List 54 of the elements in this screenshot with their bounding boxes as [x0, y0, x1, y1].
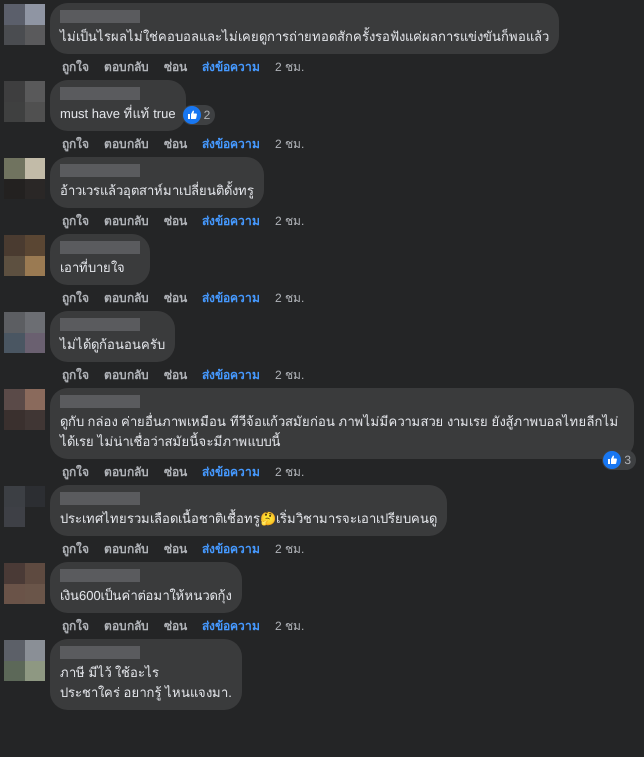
action-link[interactable]: ตอบกลับ — [104, 289, 149, 307]
timestamp[interactable]: 2 ชม. — [275, 135, 304, 153]
action-link[interactable]: ตอบกลับ — [104, 135, 149, 153]
action-link[interactable]: ถูกใจ — [62, 540, 89, 558]
action-link[interactable]: ซ่อน — [164, 617, 187, 635]
timestamp[interactable]: 2 ชม. — [275, 212, 304, 230]
action-link[interactable]: ซ่อน — [164, 135, 187, 153]
action-link[interactable]: ถูกใจ — [62, 58, 89, 76]
action-link[interactable]: ถูกใจ — [62, 289, 89, 307]
like-icon — [603, 451, 622, 469]
timestamp[interactable]: 2 ชม. — [275, 540, 304, 558]
comment-text: อ้าวเวรแล้วอุตสาห์มาเปลี่ยนติดั้งทรู — [60, 181, 254, 200]
action-link[interactable]: ตอบกลับ — [104, 463, 149, 481]
action-link[interactable]: ตอบกลับ — [104, 540, 149, 558]
action-link[interactable]: ถูกใจ — [62, 212, 89, 230]
action-link[interactable]: ตอบกลับ — [104, 366, 149, 384]
reaction-badge[interactable]: 3 — [602, 450, 636, 470]
comment-text: ดูกับ กล่อง ค่ายอื่นภาพเหมือน ทีวีจ้อแก้วสมัยก่อน ภาพไม่มีความสวย งามเรย ยังสู้ภาพบอลไทยลีกไม่ได้เรย ไม่น่าเชื่อว่าสมัยนี้จะมีภาพแบบนี้ — [60, 412, 620, 451]
comment-text: เอาที่บายใจ — [60, 258, 125, 277]
action-link[interactable]: ซ่อน — [164, 58, 187, 76]
message-link[interactable]: ส่งข้อความ — [202, 289, 260, 307]
timestamp[interactable]: 2 ชม. — [275, 289, 304, 307]
reaction-badge[interactable]: 2 — [182, 105, 216, 125]
message-link[interactable]: ส่งข้อความ — [202, 58, 260, 76]
action-link[interactable]: ซ่อน — [164, 289, 187, 307]
message-link[interactable]: ส่งข้อความ — [202, 540, 260, 558]
comment-text: ไม่ได้ดูก้อนอนครับ — [60, 336, 165, 354]
avatar[interactable] — [4, 158, 45, 199]
message-link[interactable]: ส่งข้อความ — [202, 135, 260, 153]
message-link[interactable]: ส่งข้อความ — [202, 366, 260, 384]
comment-text: ภาษี มีไว้ ใช้อะไร ประชาใคร่ อยากรู้ ไหนแจงมา. — [60, 664, 232, 702]
message-link[interactable]: ส่งข้อความ — [202, 463, 260, 481]
action-link[interactable]: ตอบกลับ — [104, 212, 149, 230]
timestamp[interactable]: 2 ชม. — [275, 463, 304, 481]
like-icon — [182, 106, 201, 124]
action-link[interactable]: ตอบกลับ — [104, 617, 149, 635]
action-link[interactable]: ซ่อน — [164, 540, 187, 558]
message-link[interactable]: ส่งข้อความ — [202, 617, 260, 635]
action-link[interactable]: ถูกใจ — [62, 366, 89, 384]
timestamp[interactable]: 2 ชม. — [275, 366, 304, 384]
comment-text: must have ที่แท้ true — [60, 104, 176, 123]
action-link[interactable]: ถูกใจ — [62, 463, 89, 481]
comment-text: ไม่เป็นไรผลไม่ใช่คอบอลและไม่เคยดูการถ่ายทอดสักครั้งรอฟังแค่ผลการแข่งขันก็พอแล้ว — [60, 27, 549, 46]
message-link[interactable]: ส่งข้อความ — [202, 212, 260, 230]
timestamp[interactable]: 2 ชม. — [275, 617, 304, 635]
action-link[interactable]: ซ่อน — [164, 366, 187, 384]
action-link[interactable]: ถูกใจ — [62, 135, 89, 153]
action-link[interactable]: ซ่อน — [164, 463, 187, 481]
action-link[interactable]: ตอบกลับ — [104, 58, 149, 76]
comment-text: เงิน600เป็นค่าต่อมาให้หนวดกุ้ง — [60, 586, 232, 606]
action-link[interactable]: ถูกใจ — [62, 617, 89, 635]
timestamp[interactable]: 2 ชม. — [275, 58, 304, 76]
comment-text: ประเทศไทยรวมเลือดเนื้อชาติเชื้อทรู🤔เริ่มวิชามารจะเอาเปรียบคนดู — [60, 509, 437, 528]
action-link[interactable]: ซ่อน — [164, 212, 187, 230]
